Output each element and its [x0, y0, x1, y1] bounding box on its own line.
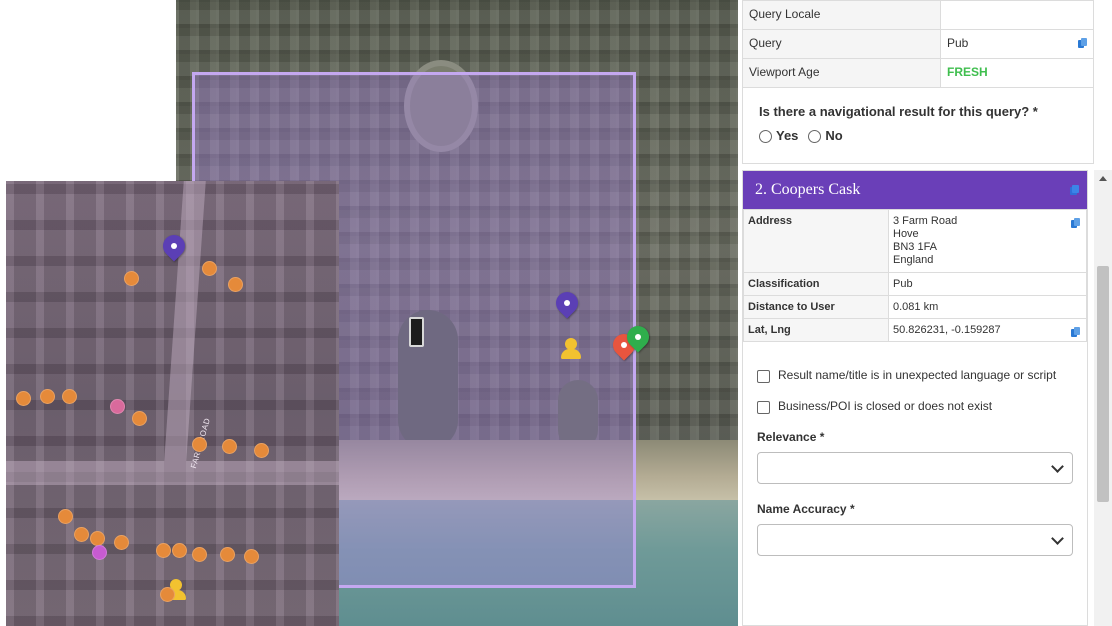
result-card: 2. Coopers Cask Address 3 Farm Road Hove…	[742, 170, 1088, 626]
poi-icon[interactable]	[114, 535, 129, 550]
check-row[interactable]: Result name/title is in unexpected langu…	[757, 368, 1073, 383]
copy-icon[interactable]	[1070, 185, 1079, 196]
address-line: England	[893, 254, 934, 266]
address-value: 3 Farm Road Hove BN3 1FA England	[888, 209, 1087, 273]
address-line: Hove	[893, 228, 919, 240]
copy-icon[interactable]	[1071, 218, 1080, 229]
table-row: Distance to User 0.081 km	[743, 295, 1087, 319]
unexpected-language-checkbox[interactable]	[757, 370, 770, 383]
poi-icon[interactable]	[110, 399, 125, 414]
poi-icon[interactable]	[92, 545, 107, 560]
address-line: 3 Farm Road	[893, 215, 958, 227]
scrollbar-thumb[interactable]	[1097, 266, 1109, 502]
radio-circle-icon[interactable]	[759, 130, 772, 144]
zoomed-inset-map[interactable]: FARM ROAD	[6, 181, 339, 626]
poi-icon[interactable]	[192, 547, 207, 562]
poi-icon[interactable]	[62, 389, 77, 404]
poi-icon[interactable]	[202, 261, 217, 276]
poi-icon[interactable]	[244, 549, 259, 564]
table-row: Viewport Age FRESH	[742, 58, 1094, 88]
poi-icon[interactable]	[58, 509, 73, 524]
address-line: BN3 1FA	[893, 241, 938, 253]
distance-value: 0.081 km	[888, 295, 1087, 319]
distance-label: Distance to User	[743, 295, 889, 319]
unexpected-language-label: Result name/title is in unexpected langu…	[778, 368, 1057, 382]
relevance-label: Relevance *	[757, 430, 825, 444]
poi-icon[interactable]	[222, 439, 237, 454]
check-row[interactable]: Business/POI is closed or does not exist	[757, 399, 1073, 414]
navigational-question: Is there a navigational result for this …	[759, 104, 1038, 119]
copy-icon[interactable]	[1078, 38, 1087, 49]
chevron-down-icon	[1051, 532, 1064, 545]
closed-business-label: Business/POI is closed or does not exist	[778, 399, 993, 413]
poi-icon[interactable]	[172, 543, 187, 558]
poi-icon[interactable]	[192, 437, 207, 452]
poi-icon[interactable]	[160, 587, 175, 602]
poi-icon[interactable]	[16, 391, 31, 406]
classification-label: Classification	[743, 272, 889, 296]
query-locale-label: Query Locale	[742, 0, 941, 30]
table-row: Classification Pub	[743, 272, 1087, 296]
poi-icon[interactable]	[132, 411, 147, 426]
radio-circle-icon[interactable]	[808, 130, 822, 144]
closed-business-checkbox[interactable]	[757, 401, 770, 414]
copy-icon[interactable]	[1071, 327, 1080, 338]
name-accuracy-label: Name Accuracy *	[757, 502, 855, 516]
query-locale-value	[940, 0, 1094, 30]
latlng-cell: 50.826231, -0.159287	[888, 318, 1087, 342]
scrollbar[interactable]	[1094, 170, 1112, 626]
radio-no[interactable]: No	[808, 128, 843, 144]
viewport-age-label: Viewport Age	[742, 58, 941, 88]
navigational-question-box: Is there a navigational result for this …	[742, 86, 1094, 164]
phone-icon[interactable]	[409, 317, 424, 347]
table-row: Address 3 Farm Road Hove BN3 1FA England	[743, 209, 1087, 273]
table-row: Lat, Lng 50.826231, -0.159287	[743, 318, 1087, 342]
poi-icon[interactable]	[90, 531, 105, 546]
query-value: Pub	[947, 36, 969, 50]
latlng-value: 50.826231, -0.159287	[893, 324, 1001, 336]
scroll-up-icon[interactable]	[1099, 176, 1107, 181]
name-accuracy-select[interactable]	[757, 524, 1073, 556]
radio-yes-label: Yes	[776, 128, 799, 143]
query-label: Query	[742, 29, 941, 59]
query-value-cell: Pub	[940, 29, 1094, 59]
result-header[interactable]: 2. Coopers Cask	[743, 171, 1087, 209]
poi-icon[interactable]	[74, 527, 89, 542]
radio-no-label: No	[825, 128, 843, 143]
classification-value: Pub	[888, 272, 1087, 296]
poi-icon[interactable]	[156, 543, 171, 558]
table-row: Query Pub	[742, 29, 1094, 59]
poi-icon[interactable]	[254, 443, 269, 458]
relevance-select[interactable]	[757, 452, 1073, 484]
review-panel: Query Locale Query Pub Viewport Age FRES…	[738, 0, 1112, 626]
result-title: 2. Coopers Cask	[755, 181, 861, 198]
latlng-label: Lat, Lng	[743, 318, 889, 342]
poi-icon[interactable]	[40, 389, 55, 404]
inset-road-horizontal	[6, 461, 339, 485]
query-table: Query Locale Query Pub Viewport Age FRES…	[742, 0, 1094, 88]
radio-yes[interactable]: Yes	[759, 128, 799, 144]
result-details-table: Address 3 Farm Road Hove BN3 1FA England…	[743, 209, 1087, 342]
chevron-down-icon	[1051, 460, 1064, 473]
viewport-age-value: FRESH	[940, 58, 1094, 88]
table-row: Query Locale	[742, 0, 1094, 30]
navigational-radio-group: Yes No	[759, 128, 843, 144]
poi-icon[interactable]	[228, 277, 243, 292]
result-issues-form: Result name/title is in unexpected langu…	[743, 342, 1087, 556]
poi-icon[interactable]	[220, 547, 235, 562]
poi-icon[interactable]	[124, 271, 139, 286]
address-label: Address	[743, 209, 889, 273]
